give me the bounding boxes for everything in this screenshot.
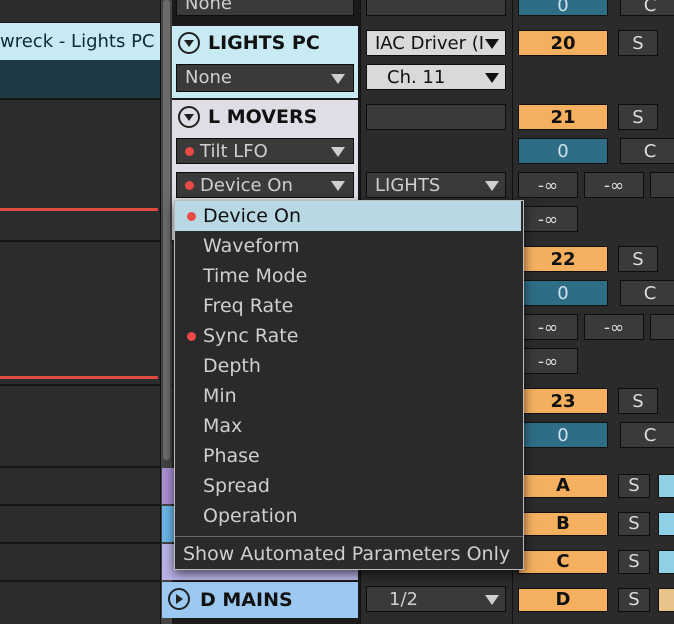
track-number-button[interactable]: 22: [518, 246, 608, 272]
track-volume-slider[interactable]: 0: [518, 422, 608, 448]
track-activator[interactable]: 0: [518, 0, 608, 16]
parameter-menu[interactable]: Device On Waveform Time Mode Freq Rate Sync …: [174, 200, 524, 570]
output-dropdown-movers[interactable]: LIGHTS: [366, 172, 506, 198]
menu-item-label: Depth: [203, 355, 261, 377]
menu-item-freq-rate[interactable]: Freq Rate: [175, 291, 521, 321]
menu-item-label: Sync Rate: [203, 325, 299, 347]
midi-to-dropdown[interactable]: IAC Driver (I: [366, 30, 506, 56]
parameter-chooser-dropdown[interactable]: Device On: [176, 172, 354, 198]
chevron-down-icon: [485, 181, 499, 191]
input-type-dropdown[interactable]: None: [176, 0, 354, 16]
track-number-button[interactable]: 21: [518, 104, 608, 130]
solo-button[interactable]: S: [618, 30, 658, 56]
chevron-down-icon: [331, 181, 345, 191]
automation-dot-icon: [185, 146, 194, 156]
fold-toggle-icon[interactable]: [168, 588, 190, 610]
automation-dot-icon: [185, 180, 194, 190]
send-value[interactable]: -∞: [518, 206, 578, 232]
solo-button[interactable]: S: [618, 550, 650, 574]
fold-toggle-icon[interactable]: [178, 32, 200, 54]
input-dropdown-movers[interactable]: [366, 104, 506, 130]
menu-item-label: Time Mode: [203, 265, 308, 287]
crossfade-button[interactable]: C: [620, 0, 674, 16]
pre-post-button[interactable]: [658, 588, 674, 612]
send-value[interactable]: [650, 314, 674, 340]
output-dropdown-top[interactable]: [366, 0, 506, 16]
menu-item-min[interactable]: Min: [175, 381, 521, 411]
chevron-down-icon: [331, 147, 345, 157]
chevron-down-icon: [485, 39, 499, 49]
menu-item-label: Phase: [203, 445, 260, 467]
menu-item-label: Operation: [203, 505, 298, 527]
send-value[interactable]: [650, 172, 674, 198]
track-name: D MAINS: [200, 589, 293, 611]
menu-divider: [175, 536, 523, 537]
send-value[interactable]: -∞: [584, 172, 644, 198]
menu-item-depth[interactable]: Depth: [175, 351, 521, 381]
midi-channel-dropdown[interactable]: Ch. 11: [366, 64, 506, 90]
show-automated-only-option[interactable]: Show Automated Parameters Only: [175, 539, 523, 569]
track-number-button[interactable]: 20: [518, 30, 608, 56]
track-number-button[interactable]: 23: [518, 388, 608, 414]
track-d-mains[interactable]: D MAINS: [162, 582, 358, 618]
automation-line[interactable]: [0, 208, 158, 211]
menu-item-operation[interactable]: Operation: [175, 501, 521, 531]
menu-item-waveform[interactable]: Waveform: [175, 231, 521, 261]
solo-button[interactable]: S: [618, 588, 650, 612]
pre-post-button[interactable]: [658, 474, 674, 498]
solo-button[interactable]: S: [618, 246, 658, 272]
pre-post-button[interactable]: [658, 550, 674, 574]
crossfade-button[interactable]: C: [620, 280, 674, 306]
send-value[interactable]: -∞: [584, 314, 644, 340]
device-chooser-dropdown[interactable]: Tilt LFO: [176, 138, 354, 164]
track-volume-slider[interactable]: 0: [518, 138, 608, 164]
automation-dot-icon: [187, 212, 196, 221]
menu-item-label: Waveform: [203, 235, 300, 257]
track-lights-pc[interactable]: LIGHTS PC None: [172, 26, 358, 98]
send-value[interactable]: -∞: [518, 172, 578, 198]
menu-item-device-on[interactable]: Device On: [175, 201, 521, 231]
automation-line[interactable]: [0, 376, 158, 379]
menu-item-label: Freq Rate: [203, 295, 294, 317]
menu-item-max[interactable]: Max: [175, 411, 521, 441]
menu-item-label: Spread: [203, 475, 270, 497]
chevron-down-icon: [331, 74, 345, 84]
menu-item-sync-rate[interactable]: Sync Rate: [175, 321, 521, 351]
return-a-button[interactable]: A: [518, 474, 608, 498]
menu-item-label: Min: [203, 385, 237, 407]
menu-item-spread[interactable]: Spread: [175, 471, 521, 501]
return-c-button[interactable]: C: [518, 550, 608, 574]
output-dropdown-mains[interactable]: 1/2: [366, 586, 506, 612]
menu-item-phase[interactable]: Phase: [175, 441, 521, 471]
track-volume-slider[interactable]: 0: [518, 280, 608, 306]
device-dropdown[interactable]: None: [176, 64, 354, 92]
menu-item-label: Device On: [203, 205, 302, 227]
automation-dot-icon: [187, 332, 196, 341]
return-b-button[interactable]: B: [518, 512, 608, 536]
crossfade-button[interactable]: C: [620, 138, 674, 164]
menu-item-time-mode[interactable]: Time Mode: [175, 261, 521, 291]
arrangement-view[interactable]: wreck - Lights PC: [0, 0, 160, 624]
fold-toggle-icon[interactable]: [178, 106, 200, 128]
master-button[interactable]: D: [518, 588, 608, 612]
solo-button[interactable]: S: [618, 388, 658, 414]
chevron-down-icon: [485, 595, 499, 605]
menu-item-label: Max: [203, 415, 243, 437]
chevron-down-icon: [485, 73, 499, 83]
solo-button[interactable]: S: [618, 512, 650, 536]
solo-button[interactable]: S: [618, 104, 658, 130]
send-value[interactable]: -∞: [518, 314, 578, 340]
pre-post-button[interactable]: [658, 512, 674, 536]
crossfade-button[interactable]: C: [620, 422, 674, 448]
solo-button[interactable]: S: [618, 474, 650, 498]
arrangement-clip[interactable]: wreck - Lights PC: [0, 23, 160, 98]
send-value[interactable]: -∞: [518, 348, 578, 374]
clip-label: wreck - Lights PC: [0, 31, 155, 52]
